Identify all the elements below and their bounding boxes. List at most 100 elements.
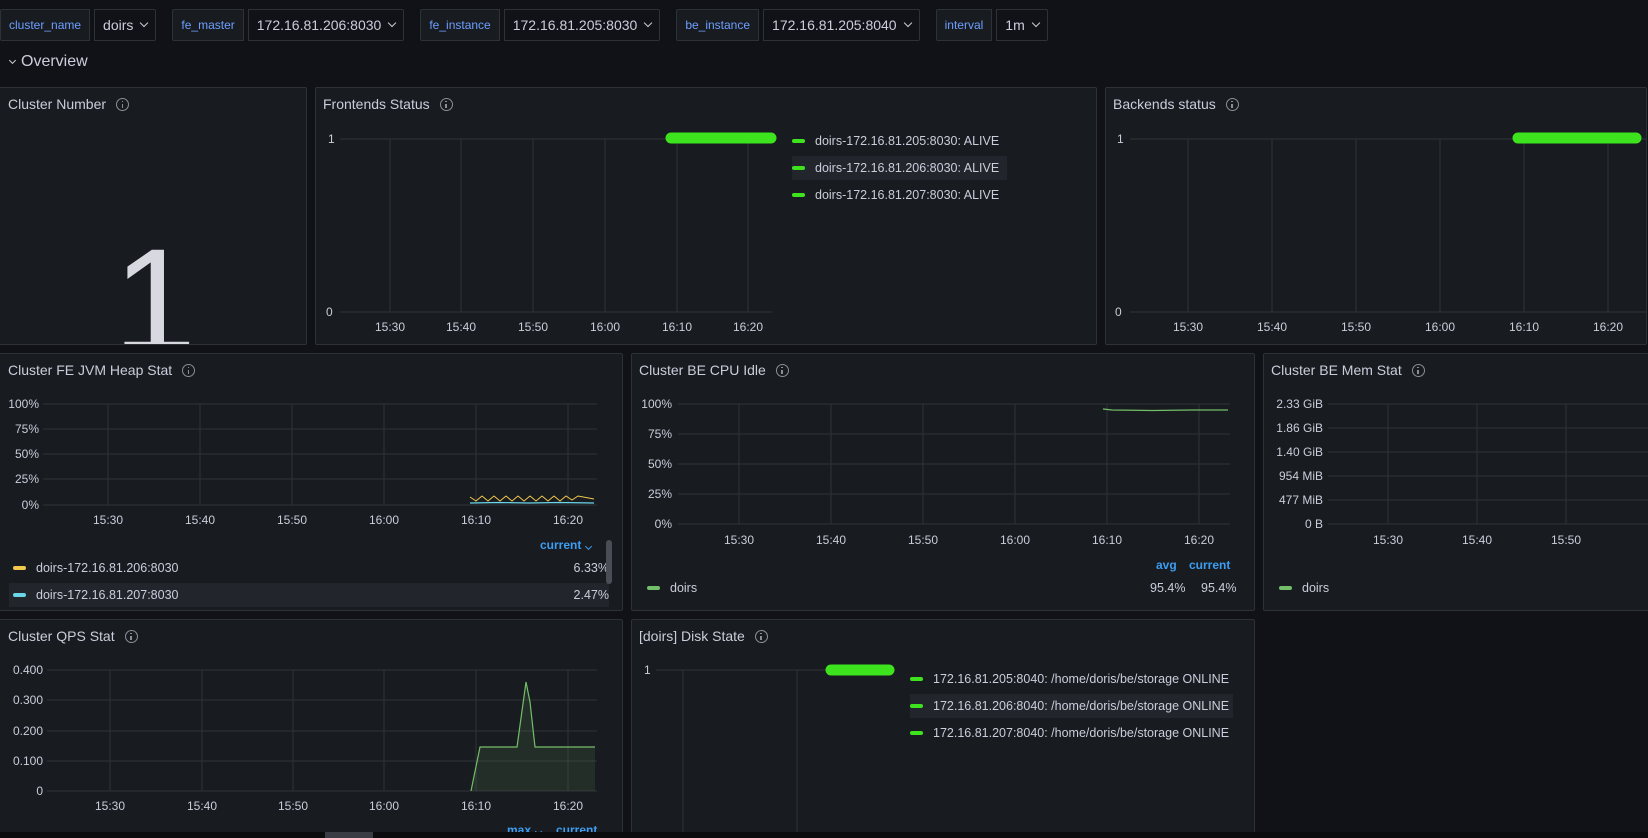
variable-value: 172.16.81.205:8030 xyxy=(512,17,638,33)
fe-instance-select[interactable]: 172.16.81.205:8030 xyxy=(503,9,661,41)
panel-be-mem-stat: Cluster BE Mem Stat 2.33 GiB 1.86 GiB 1.… xyxy=(1263,353,1648,611)
cluster-name-select[interactable]: doirs xyxy=(94,9,157,41)
legend-value-current: 95.4% xyxy=(1201,581,1237,595)
legend-value-avg: 95.4% xyxy=(1150,581,1186,595)
row-overview-toggle[interactable]: Overview xyxy=(8,53,88,71)
chevron-down-icon xyxy=(585,542,593,551)
y-tick: 0 xyxy=(1115,305,1122,319)
stat-value: 1 xyxy=(113,217,197,345)
x-tick: 15:30 xyxy=(724,533,754,547)
x-tick: 15:40 xyxy=(446,320,476,334)
y-tick: 100% xyxy=(641,397,672,411)
chevron-down-icon xyxy=(903,18,912,28)
legend-item[interactable]: doirs-172.16.81.206:8030 6.33% xyxy=(13,556,609,580)
legend-label: doirs-172.16.81.207:8030: ALIVE xyxy=(815,188,1000,202)
legend-item[interactable]: doirs-172.16.81.206:8030: ALIVE xyxy=(792,156,1008,180)
variable-bar: cluster_name doirs fe_master 172.16.81.2… xyxy=(0,9,1064,41)
y-tick: 2.33 GiB xyxy=(1276,397,1323,411)
x-tick: 16:20 xyxy=(1184,533,1214,547)
panel-disk-state: [doirs] Disk State 1 172.16.81.205:8040:… xyxy=(631,619,1255,838)
y-tick: 0.400 xyxy=(13,663,43,677)
x-tick: 15:50 xyxy=(908,533,938,547)
legend-item[interactable]: 172.16.81.207:8040: /home/doris/be/stora… xyxy=(910,721,1229,745)
legend-swatch xyxy=(910,704,923,708)
y-tick: 1.40 GiB xyxy=(1276,445,1323,459)
y-tick: 25% xyxy=(15,472,39,486)
legend-header-current[interactable]: current xyxy=(1189,558,1230,572)
legend-swatch xyxy=(13,566,26,570)
interval-select[interactable]: 1m xyxy=(996,9,1048,41)
legend-item[interactable]: doirs-172.16.81.207:8030 2.47% xyxy=(9,583,609,607)
info-icon[interactable] xyxy=(116,97,130,111)
qps-chart: 0.400 0.300 0.200 0.100 0 15:30 15:40 15… xyxy=(13,663,597,813)
x-tick: 16:10 xyxy=(1092,533,1122,547)
x-tick: 15:30 xyxy=(1373,533,1403,547)
horizontal-scrollbar[interactable] xyxy=(0,832,1648,838)
legend-item[interactable]: doirs xyxy=(1279,576,1329,600)
legend-label: doirs-172.16.81.206:8030: ALIVE xyxy=(815,161,1000,175)
x-tick: 16:00 xyxy=(369,513,399,527)
series-line-doirs xyxy=(1102,408,1228,412)
variable-value: 172.16.81.206:8030 xyxy=(256,17,382,33)
legend-label: 172.16.81.207:8040: /home/doris/be/stora… xyxy=(933,726,1230,740)
y-tick: 1 xyxy=(644,663,651,677)
legend-swatch xyxy=(792,166,805,170)
legend-swatch xyxy=(910,731,923,735)
legend-item[interactable]: doirs-172.16.81.207:8030: ALIVE xyxy=(792,183,999,207)
variable-cluster-name: cluster_name doirs xyxy=(0,9,157,41)
y-tick: 0.200 xyxy=(13,724,43,738)
panel-header[interactable]: Cluster Number xyxy=(8,94,130,114)
y-tick: 75% xyxy=(15,422,39,436)
legend-sort-current[interactable]: current xyxy=(540,538,593,552)
legend-header-avg[interactable]: avg xyxy=(1156,558,1177,572)
legend-item[interactable]: 172.16.81.205:8040: /home/doris/be/stora… xyxy=(910,667,1229,691)
legend-swatch xyxy=(792,139,805,143)
x-tick: 16:20 xyxy=(1593,320,1623,334)
y-tick: 954 MiB xyxy=(1279,469,1323,483)
x-tick: 16:10 xyxy=(461,513,491,527)
backends-chart: 1 0 15:30 15:40 15:50 16:00 16:10 16:20 xyxy=(1115,132,1646,334)
x-tick: 15:50 xyxy=(1551,533,1581,547)
x-tick: 16:10 xyxy=(1509,320,1539,334)
x-tick: 16:00 xyxy=(369,799,399,813)
x-tick: 15:50 xyxy=(278,799,308,813)
x-tick: 15:50 xyxy=(1341,320,1371,334)
x-tick: 16:20 xyxy=(553,513,583,527)
panel-backends-status: Backends status 1 0 15:30 15:40 15:50 16… xyxy=(1105,87,1647,345)
legend-swatch xyxy=(910,677,923,681)
legend-item[interactable]: 172.16.81.206:8040: /home/doris/be/stora… xyxy=(910,694,1234,718)
frontends-chart: 1 0 15:30 15:40 15:50 16:00 16:10 16:20 xyxy=(326,132,777,334)
legend-item[interactable]: doirs-172.16.81.205:8030: ALIVE xyxy=(792,129,999,153)
x-tick: 15:30 xyxy=(95,799,125,813)
panel-be-cpu-idle: Cluster BE CPU Idle 100% 75% 50% 25% 0% … xyxy=(631,353,1255,611)
variable-label: be_instance xyxy=(676,9,760,41)
legend-scrollbar[interactable] xyxy=(606,540,612,584)
y-tick: 0% xyxy=(22,498,40,512)
legend-label: doirs xyxy=(1302,581,1330,595)
y-tick: 1 xyxy=(328,132,335,146)
scrollbar-thumb[interactable] xyxy=(325,832,373,838)
series-area xyxy=(471,682,595,791)
x-tick: 16:10 xyxy=(461,799,491,813)
legend-label: 172.16.81.206:8040: /home/doris/be/stora… xyxy=(933,699,1230,713)
chevron-down-icon xyxy=(644,18,653,28)
series-line-fe-207 xyxy=(469,501,595,504)
panel-fe-jvm-heap: Cluster FE JVM Heap Stat 100% 75% 50% 25… xyxy=(0,353,623,611)
x-tick: 16:10 xyxy=(662,320,692,334)
fe-master-select[interactable]: 172.16.81.206:8030 xyxy=(247,9,405,41)
y-tick: 25% xyxy=(648,487,672,501)
y-tick: 477 MiB xyxy=(1279,493,1323,507)
be-instance-select[interactable]: 172.16.81.205:8040 xyxy=(763,9,920,41)
x-tick: 16:00 xyxy=(590,320,620,334)
y-tick: 75% xyxy=(648,427,672,441)
x-tick: 15:40 xyxy=(1257,320,1287,334)
x-tick: 15:40 xyxy=(185,513,215,527)
x-tick: 15:40 xyxy=(816,533,846,547)
panel-qps-stat: Cluster QPS Stat 0.400 0.300 0.200 0.100… xyxy=(0,619,623,838)
legend-value: 6.33% xyxy=(573,561,609,575)
y-tick: 50% xyxy=(15,447,39,461)
x-tick: 15:30 xyxy=(1173,320,1203,334)
panel-frontends-status: Frontends Status 1 0 15:30 15:40 15:50 1… xyxy=(315,87,1097,345)
x-tick: 15:30 xyxy=(375,320,405,334)
legend-item[interactable]: doirs xyxy=(647,576,697,600)
